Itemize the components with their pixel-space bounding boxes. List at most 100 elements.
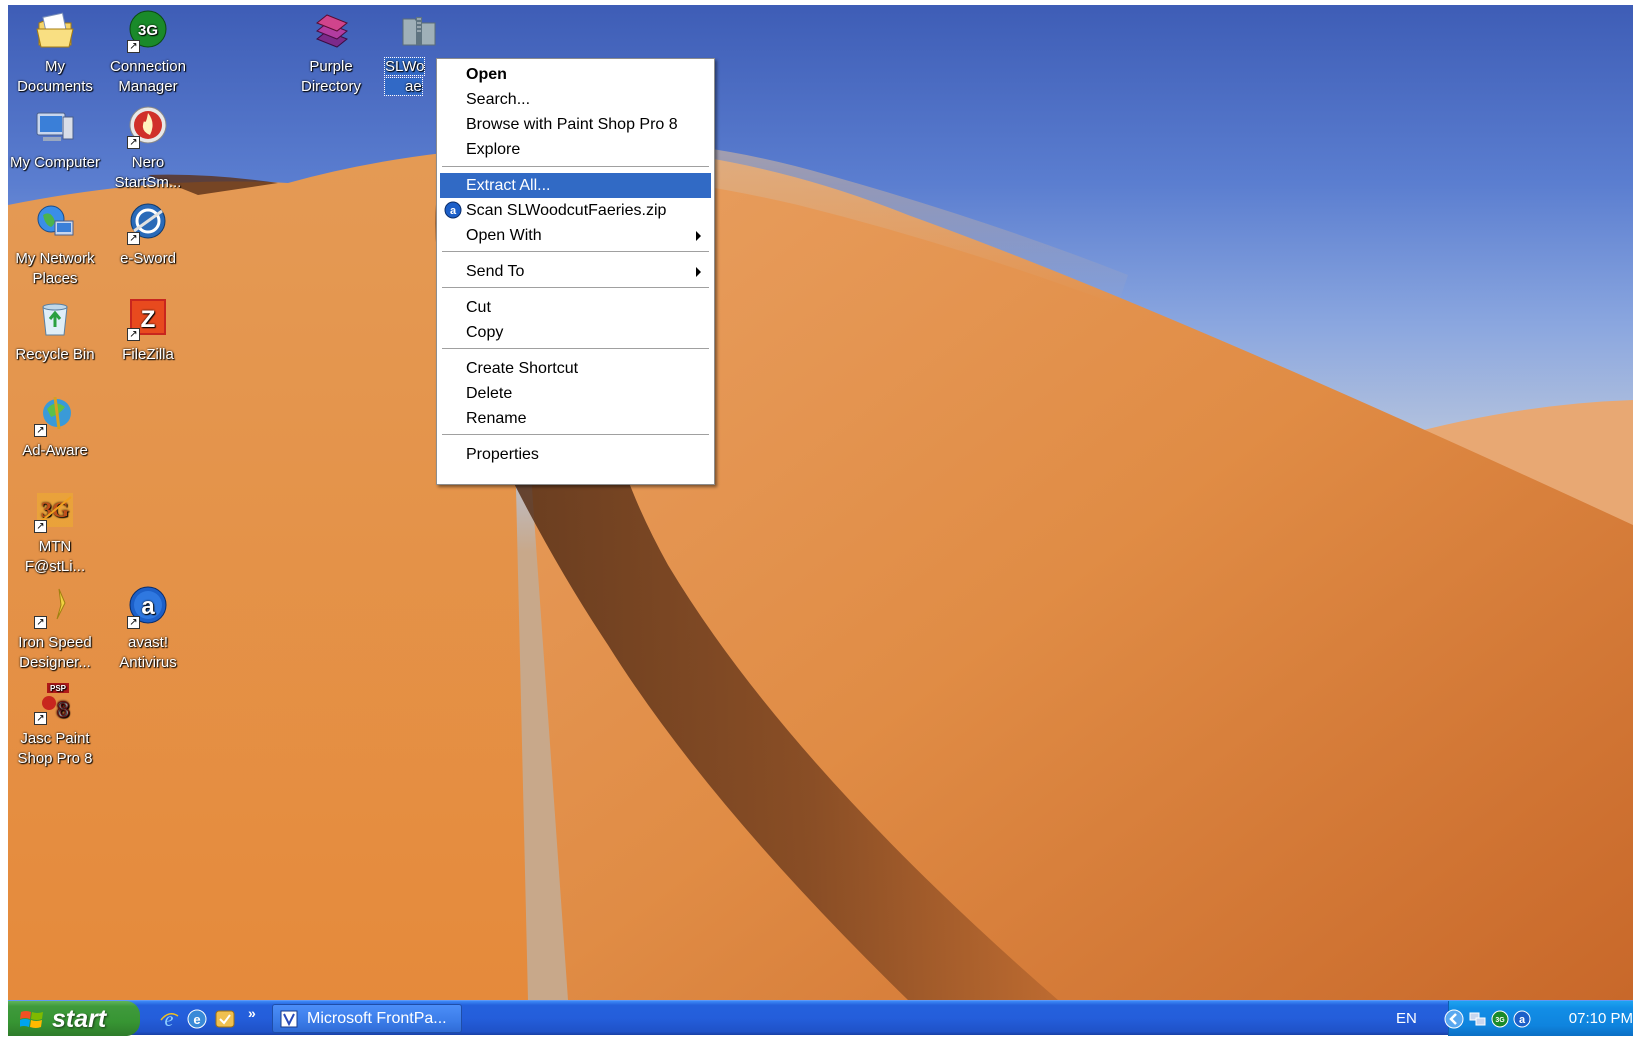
menu-item-send-to[interactable]: Send To	[440, 259, 711, 284]
svg-text:PSP: PSP	[50, 684, 67, 693]
desktop-icon-recycle-bin[interactable]: Recycle Bin	[8, 297, 102, 365]
shortcut-arrow-icon: ↗	[127, 136, 140, 149]
file-context-menu: Open Search... Browse with Paint Shop Pr…	[436, 58, 715, 485]
desktop-icon-label: FileZilla	[122, 346, 174, 363]
shortcut-arrow-icon: ↗	[34, 520, 47, 533]
menu-item-properties[interactable]: Properties	[440, 442, 711, 467]
desktop-icon-label: e-Sword	[120, 250, 176, 267]
desktop-icon-ad-aware[interactable]: ↗ Ad-Aware	[8, 393, 102, 461]
menu-item-delete[interactable]: Delete	[440, 381, 711, 406]
desktop-icon-label: Iron Speed Designer...	[18, 634, 92, 671]
quick-launch-chevron[interactable]: »	[248, 1005, 256, 1021]
recycle-bin-icon	[33, 297, 77, 341]
nero-flame-icon: ↗	[126, 105, 170, 149]
desktop-icon-paint-shop-pro[interactable]: PSP 8 ↗ Jasc Paint Shop Pro 8	[8, 681, 102, 769]
desktop-icon-label: My Documents	[17, 58, 93, 95]
svg-text:3G: 3G	[138, 22, 158, 39]
clock[interactable]: 07:10 PM	[1569, 1001, 1633, 1036]
desktop-icon-nero[interactable]: ↗ Nero StartSm...	[101, 105, 195, 193]
shortcut-arrow-icon: ↗	[34, 712, 47, 725]
desktop-icon-iron-speed[interactable]: ↗ Iron Speed Designer...	[8, 585, 102, 673]
menu-item-open[interactable]: Open	[440, 62, 711, 87]
desktop-icon-connection-manager[interactable]: 3G ↗ Connection Manager	[101, 9, 195, 97]
desktop-icon-label: Purple Directory	[300, 58, 361, 95]
internet-explorer-icon[interactable]: e	[158, 1008, 180, 1030]
avast-icon: a ↗	[126, 585, 170, 629]
menu-separator	[442, 434, 709, 436]
zip-folder-icon	[397, 9, 441, 53]
svg-text:e: e	[193, 1012, 200, 1027]
shortcut-arrow-icon: ↗	[34, 616, 47, 629]
my-computer-icon	[33, 105, 77, 149]
desktop-icon-label: MTN F@stLi...	[24, 538, 86, 575]
svg-text:a: a	[1519, 1014, 1526, 1026]
desktop-icon-mtn-fastlink[interactable]: 3G ↗ MTN F@stLi...	[8, 489, 102, 577]
frontpage-icon	[280, 1010, 298, 1028]
menu-separator	[442, 348, 709, 350]
menu-item-copy[interactable]: Copy	[440, 320, 711, 345]
show-desktop-icon[interactable]	[214, 1008, 236, 1030]
desktop-icon-purple-directory[interactable]: Purple Directory	[284, 9, 378, 97]
my-documents-icon	[33, 9, 77, 53]
e-sword-icon: ↗	[126, 201, 170, 245]
system-tray: 3G a 07:10 PM	[1444, 1001, 1633, 1036]
svg-text:3G: 3G	[1495, 1017, 1505, 1024]
mtn-3g-icon: 3G ↗	[33, 489, 77, 533]
menu-item-scan-label: Scan SLWoodcutFaeries.zip	[466, 202, 667, 219]
desktop-icon-label: Nero StartSm...	[114, 154, 182, 191]
menu-item-create-shortcut[interactable]: Create Shortcut	[440, 356, 711, 381]
menu-item-open-with-label: Open With	[466, 227, 542, 244]
avast-tray-icon[interactable]: a	[1513, 1010, 1531, 1028]
desktop-icon-label: Connection Manager	[110, 58, 186, 95]
desktop[interactable]: My Documents 3G ↗ Connection Manager Pur…	[8, 5, 1633, 1000]
iron-speed-icon: ↗	[33, 585, 77, 629]
menu-item-browse-paint-shop-pro[interactable]: Browse with Paint Shop Pro 8	[440, 112, 711, 137]
menu-item-send-to-label: Send To	[466, 263, 525, 280]
desktop-icon-label: Jasc Paint Shop Pro 8	[17, 730, 93, 767]
taskbar: start e e » Microsoft FrontPa... EN 3G a…	[8, 1000, 1633, 1036]
taskbar-button-frontpage[interactable]: Microsoft FrontPa...	[272, 1004, 462, 1033]
menu-item-open-with[interactable]: Open With	[440, 223, 711, 248]
paint-shop-pro-icon: PSP 8 ↗	[33, 681, 77, 725]
submenu-arrow-icon	[696, 267, 701, 277]
show-hidden-icons-icon[interactable]	[1443, 1008, 1465, 1030]
network-globe-icon	[33, 201, 77, 245]
menu-item-rename[interactable]: Rename	[440, 406, 711, 431]
network-connection-icon[interactable]	[1469, 1010, 1487, 1028]
desert-dune-wallpaper	[8, 139, 1633, 1000]
menu-item-explore[interactable]: Explore	[440, 137, 711, 162]
start-label: start	[52, 1005, 107, 1033]
ad-aware-icon: ↗	[33, 393, 77, 437]
menu-item-extract-all[interactable]: Extract All...	[440, 173, 711, 198]
menu-item-cut[interactable]: Cut	[440, 295, 711, 320]
menu-item-scan-avast[interactable]: a Scan SLWoodcutFaeries.zip	[440, 198, 711, 223]
outlook-express-icon[interactable]: e	[186, 1008, 208, 1030]
svg-text:Z: Z	[141, 306, 156, 333]
desktop-icon-e-sword[interactable]: ↗ e-Sword	[101, 201, 195, 269]
desktop-icon-label: My Network Places	[15, 250, 95, 287]
desktop-icon-my-documents[interactable]: My Documents	[8, 9, 102, 97]
filezilla-icon: Z ↗	[126, 297, 170, 341]
shortcut-arrow-icon: ↗	[127, 40, 140, 53]
menu-item-search[interactable]: Search...	[440, 87, 711, 112]
avast-scan-icon: a	[444, 201, 462, 219]
start-button[interactable]: start	[8, 1001, 140, 1036]
menu-separator	[442, 166, 709, 168]
windows-logo-icon	[20, 1011, 43, 1028]
menu-separator	[442, 251, 709, 253]
desktop-icon-filezilla[interactable]: Z ↗ FileZilla	[101, 297, 195, 365]
language-indicator[interactable]: EN	[1396, 1001, 1417, 1036]
3g-connection-icon: 3G ↗	[126, 9, 170, 53]
3g-connection-tray-icon[interactable]: 3G	[1491, 1010, 1509, 1028]
svg-text:8: 8	[57, 697, 69, 722]
desktop-icon-avast[interactable]: a ↗ avast! Antivirus	[101, 585, 195, 673]
taskbar-button-label: Microsoft FrontPa...	[307, 1010, 447, 1027]
desktop-icon-my-network-places[interactable]: My Network Places	[8, 201, 102, 289]
svg-text:a: a	[450, 205, 457, 217]
svg-text:e: e	[165, 1009, 174, 1030]
desktop-icon-label: Recycle Bin	[15, 346, 95, 363]
shortcut-arrow-icon: ↗	[34, 424, 47, 437]
desktop-icon-label: avast! Antivirus	[119, 634, 177, 671]
shortcut-arrow-icon: ↗	[127, 616, 140, 629]
desktop-icon-my-computer[interactable]: My Computer	[8, 105, 102, 173]
